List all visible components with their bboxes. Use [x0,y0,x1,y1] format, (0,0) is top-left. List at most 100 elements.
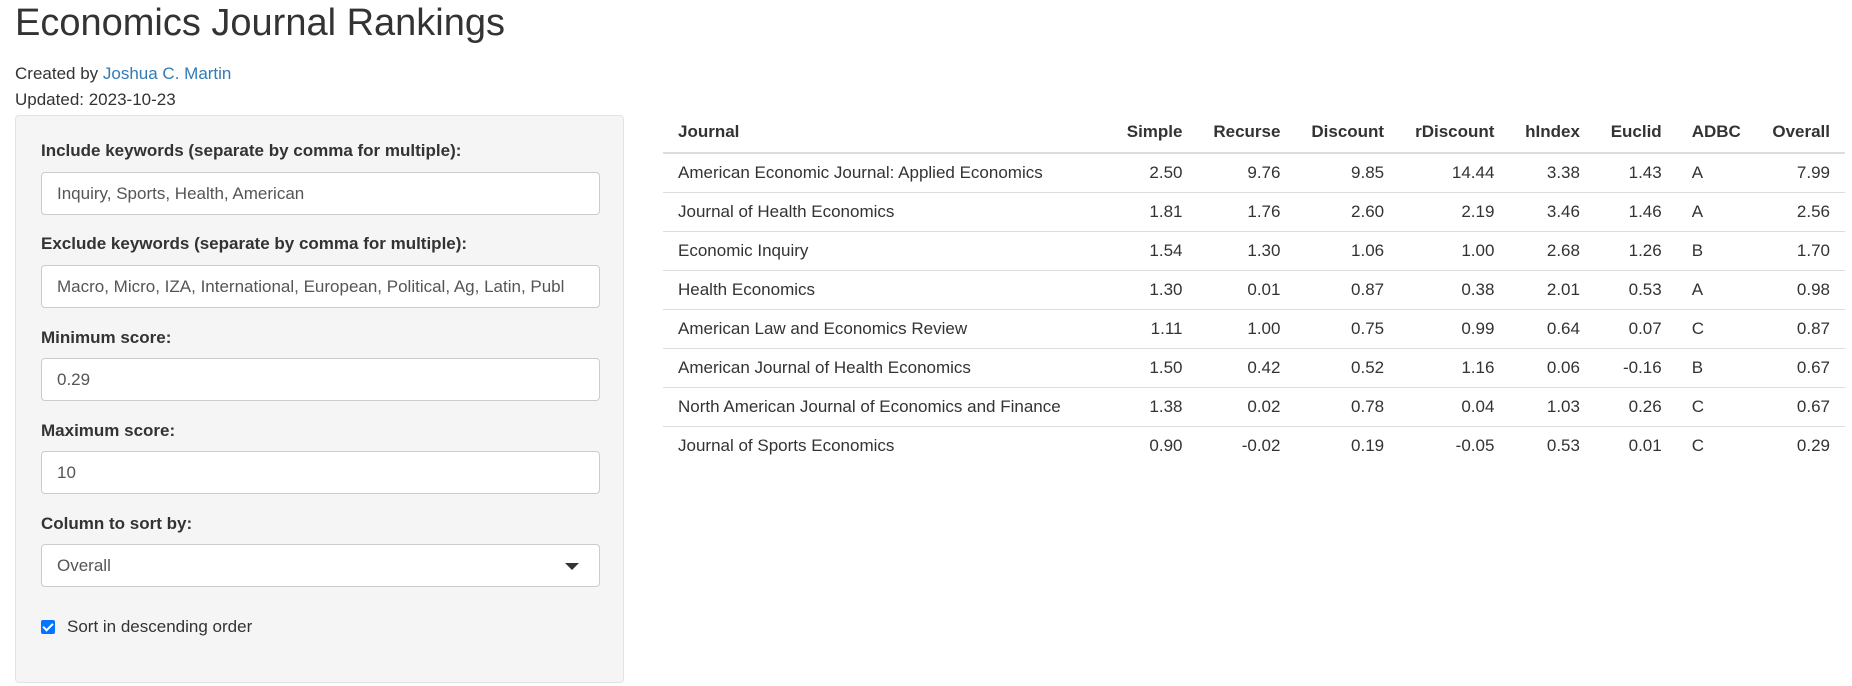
cell-journal: American Economic Journal: Applied Econo… [678,163,1043,182]
cell-recurse: 0.01 [1197,270,1296,310]
cell-recurse: -0.02 [1197,426,1296,465]
cell-recurse: 0.42 [1197,348,1296,388]
cell-discount: 1.06 [1295,231,1400,271]
table-header-row: Journal Simple Recurse Discount rDiscoun… [663,112,1845,154]
cell-overall: 0.67 [1756,348,1845,388]
sort-column-select[interactable]: Overall [41,544,600,587]
cell-simple: 1.81 [1111,192,1198,232]
cell-journal: American Journal of Health Economics [663,348,1111,388]
cell-adbc: C [1676,309,1757,349]
cell-rdiscount: 0.38 [1399,270,1510,310]
cell-journal: Health Economics [663,270,1111,310]
cell-hindex: 3.46 [1509,192,1595,232]
cell-discount: 0.52 [1295,348,1400,388]
cell-adbc: B [1676,231,1757,271]
cell-overall: 2.56 [1756,192,1845,232]
sort-descending-checkbox[interactable] [41,620,55,634]
cell-overall: 0.67 [1756,387,1845,427]
minimum-score-label: Minimum score: [41,328,172,347]
column-header-recurse: Recurse [1197,112,1296,154]
table-row: Health Economics 1.30 0.01 0.87 0.38 2.0… [663,270,1845,310]
cell-rdiscount: 14.44 [1451,163,1495,182]
cell-journal: Journal of Health Economics [663,192,1111,232]
page: Economics Journal Rankings Created by Jo… [0,0,1852,686]
cell-journal: North American Journal of Economics and … [663,387,1111,427]
exclude-keywords-value: Macro, Micro, IZA, International, Europe… [57,277,565,296]
cell-hindex: 2.68 [1509,231,1595,271]
include-keywords-input[interactable]: Inquiry, Sports, Health, American [41,172,600,215]
author-link[interactable]: Joshua C. Martin [103,64,232,83]
table-row: Economic Inquiry 1.54 1.30 1.06 1.00 2.6… [663,231,1845,271]
cell-hindex: 2.01 [1509,270,1595,310]
cell-hindex: 0.64 [1509,309,1595,349]
sort-descending-label: Sort in descending order [67,617,253,636]
cell-rdiscount: 2.19 [1399,192,1510,232]
page-title: Economics Journal Rankings [15,2,506,44]
cell-euclid: 0.07 [1594,309,1677,349]
sort-column-value: Overall [57,556,111,575]
cell-adbc: A [1691,163,1704,182]
cell-euclid: -0.16 [1594,348,1677,388]
cell-hindex: 1.03 [1509,387,1595,427]
filter-panel: Include keywords (separate by comma for … [15,115,624,683]
cell-journal: Journal of Sports Economics [663,426,1111,465]
include-keywords-label: Include keywords (separate by comma for … [41,141,462,160]
cell-overall: 0.87 [1756,309,1845,349]
cell-discount: 0.87 [1295,270,1400,310]
maximum-score-input[interactable]: 10 [41,451,600,494]
cell-recurse: 0.02 [1197,387,1296,427]
cell-euclid: 0.26 [1594,387,1677,427]
cell-recurse: 1.00 [1197,309,1296,349]
table-row: American Economic Journal: Applied Econo… [663,153,1845,193]
cell-simple: 1.38 [1111,387,1198,427]
cell-adbc: C [1676,387,1757,427]
column-header-hindex: hIndex [1509,112,1595,154]
sort-column-label: Column to sort by: [41,514,193,533]
cell-euclid: 1.43 [1628,163,1662,182]
column-header-rdiscount: rDiscount [1399,112,1510,154]
cell-rdiscount: 0.04 [1399,387,1510,427]
cell-euclid: 0.53 [1594,270,1677,310]
cell-recurse: 1.30 [1197,231,1296,271]
column-header-euclid: Euclid [1594,112,1677,154]
cell-rdiscount: 0.99 [1399,309,1510,349]
cell-rdiscount: 1.16 [1399,348,1510,388]
cell-adbc: A [1676,192,1757,232]
column-header-overall: Overall [1756,112,1845,154]
cell-euclid: 1.26 [1594,231,1677,271]
cell-recurse: 9.76 [1247,163,1281,182]
exclude-keywords-input[interactable]: Macro, Micro, IZA, International, Europe… [41,265,600,308]
maximum-score-label: Maximum score: [41,421,176,440]
cell-hindex: 0.06 [1509,348,1595,388]
check-icon [42,620,54,632]
cell-euclid: 0.01 [1594,426,1677,465]
cell-euclid: 1.46 [1594,192,1677,232]
table-row: American Law and Economics Review 1.11 1… [663,309,1845,349]
minimum-score-input[interactable]: 0.29 [41,358,600,401]
cell-adbc: A [1676,270,1757,310]
cell-discount: 2.60 [1295,192,1400,232]
table-row: Journal of Health Economics 1.81 1.76 2.… [663,192,1845,232]
cell-overall: 1.70 [1756,231,1845,271]
cell-adbc: C [1676,426,1757,465]
created-by-label: Created by [15,64,103,83]
column-header-discount: Discount [1295,112,1400,154]
cell-overall: 0.29 [1756,426,1845,465]
cell-simple: 1.11 [1111,309,1198,349]
column-header-adbc: ADBC [1676,112,1757,154]
cell-simple: 1.50 [1111,348,1198,388]
cell-simple: 0.90 [1111,426,1198,465]
cell-simple: 1.54 [1111,231,1198,271]
cell-discount: 0.19 [1295,426,1400,465]
sort-descending-row[interactable]: Sort in descending order [41,616,252,638]
table-row: Journal of Sports Economics 0.90 -0.02 0… [663,426,1845,465]
include-keywords-value: Inquiry, Sports, Health, American [57,184,305,203]
cell-recurse: 1.76 [1197,192,1296,232]
cell-rdiscount: 1.00 [1399,231,1510,271]
cell-overall: 7.99 [1796,163,1830,182]
cell-discount: 0.78 [1295,387,1400,427]
column-header-simple: Simple [1111,112,1198,154]
table-row: American Journal of Health Economics 1.5… [663,348,1845,388]
cell-journal: American Law and Economics Review [663,309,1111,349]
maximum-score-value: 10 [57,463,76,482]
